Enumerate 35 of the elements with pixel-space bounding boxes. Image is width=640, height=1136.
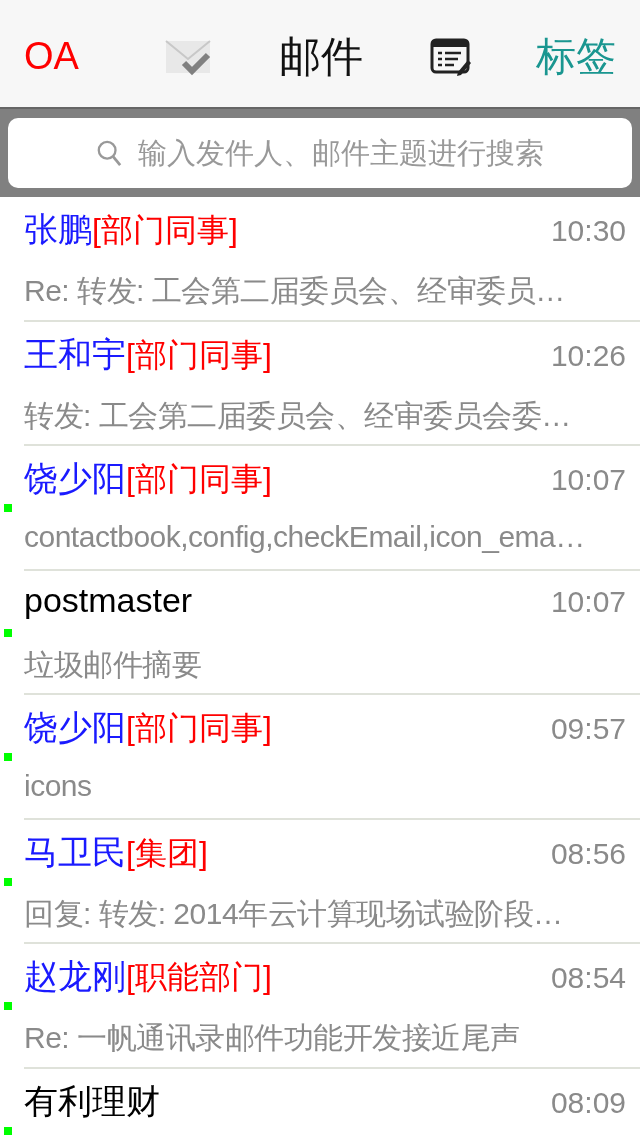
- oa-link[interactable]: OA: [24, 35, 164, 78]
- mail-subject: contactbook,config,checkEmail,icon_ema…: [24, 520, 586, 554]
- sender-name: 饶少阳: [24, 707, 126, 748]
- mail-subject: 垃圾邮件摘要: [24, 646, 202, 683]
- mail-subject: icons: [24, 769, 93, 803]
- mail-subject: Re: 一帆通讯录邮件功能开发接近尾声: [24, 1020, 521, 1056]
- mail-time: 09:57: [550, 712, 626, 746]
- mail-subject: 回复: 转发: 2014年云计算现场试验阶段…: [24, 895, 564, 932]
- sender-group: [部门同事]: [126, 333, 272, 378]
- sender-group: [部门同事]: [126, 458, 272, 502]
- mail-time: 10:07: [550, 463, 626, 497]
- page-title: 邮件: [279, 31, 363, 82]
- compose-icon[interactable]: [430, 37, 472, 76]
- mail-time: 10:26: [550, 338, 626, 373]
- mail-subject: 转发: 工会第二届委员会、经审委员会委…: [24, 397, 572, 434]
- mail-time: 08:54: [550, 961, 626, 995]
- mail-time: 08:56: [550, 836, 626, 871]
- mail-time: 08:09: [550, 1085, 626, 1120]
- sender-name: 赵龙刚: [24, 956, 126, 997]
- mail-time: 10:07: [550, 584, 626, 619]
- search-field[interactable]: 输入发件人、邮件主题进行搜索: [8, 118, 632, 188]
- mail-time: 10:30: [550, 214, 626, 248]
- sender-name: postmaster: [24, 580, 193, 620]
- sender-name: 饶少阳: [24, 458, 126, 499]
- sender-name: 张鹏: [24, 209, 92, 250]
- sender-group: [部门同事]: [126, 707, 272, 751]
- search-icon: [96, 139, 122, 167]
- sender-name: 有利理财: [24, 1080, 160, 1122]
- sender-group: [集团]: [126, 831, 208, 876]
- tags-link[interactable]: 标签: [536, 29, 616, 84]
- sender-group: [职能部门]: [126, 956, 272, 1000]
- mail-subject: Re: 转发: 工会第二届委员会、经审委员…: [24, 273, 566, 309]
- sender-group: [部门同事]: [92, 209, 238, 253]
- sender-name: 马卫民: [24, 831, 126, 873]
- sender-name: 王和宇: [24, 333, 126, 375]
